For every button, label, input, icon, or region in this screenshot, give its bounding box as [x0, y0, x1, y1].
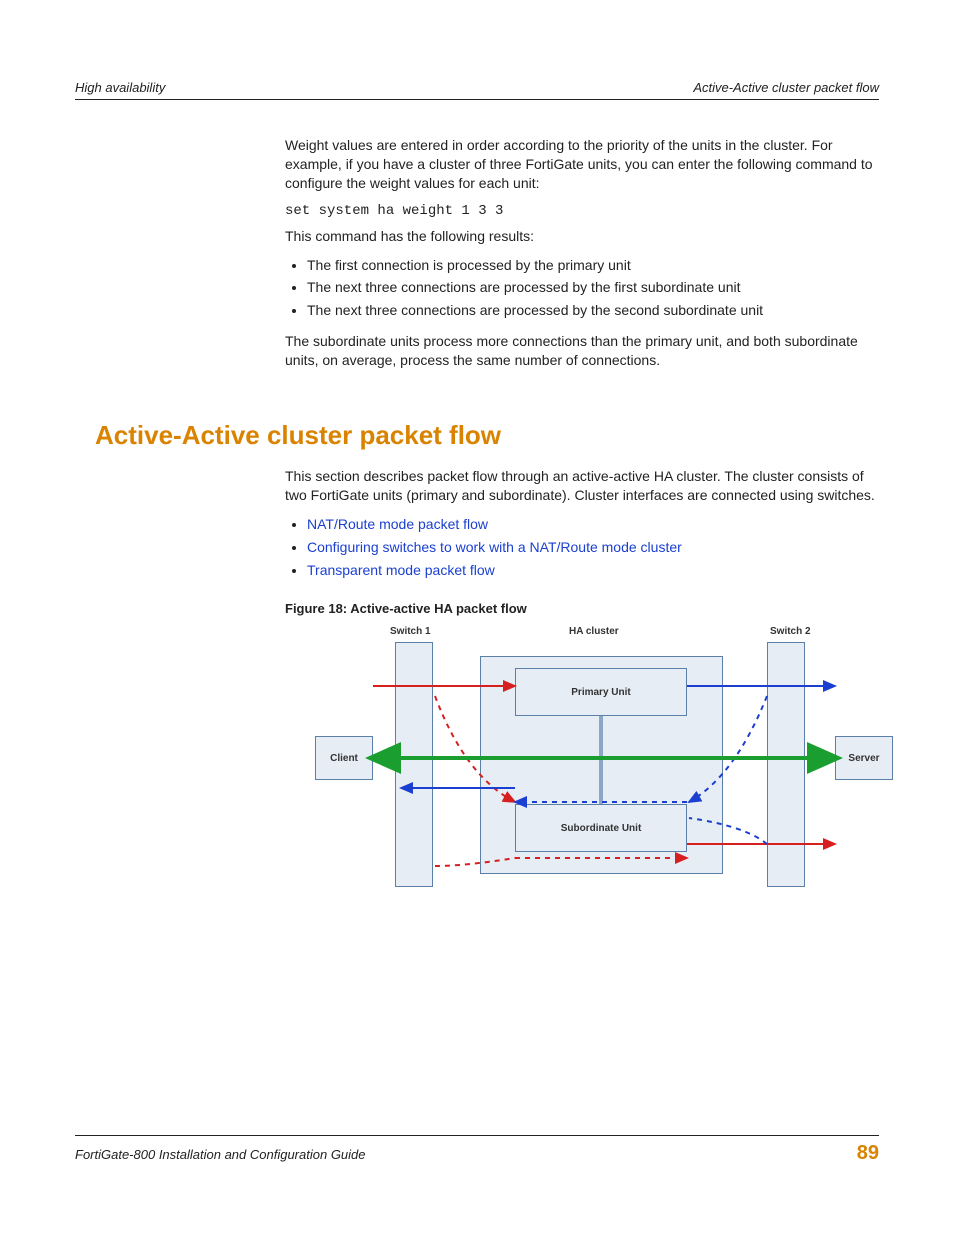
header-right: Active-Active cluster packet flow	[693, 80, 879, 95]
page-number: 89	[857, 1142, 879, 1165]
running-header: High availability Active-Active cluster …	[75, 80, 879, 100]
link-item: NAT/Route mode packet flow	[307, 515, 879, 534]
link-item: Transparent mode packet flow	[307, 561, 879, 580]
intro-bullet: The next three connections are processed…	[307, 301, 879, 320]
header-left: High availability	[75, 80, 165, 95]
link-nat-route[interactable]: NAT/Route mode packet flow	[307, 516, 488, 532]
intro-p3: The subordinate units process more conne…	[285, 332, 879, 370]
footer-title: FortiGate-800 Installation and Configura…	[75, 1147, 366, 1162]
page-footer: FortiGate-800 Installation and Configura…	[75, 1135, 879, 1165]
link-item: Configuring switches to work with a NAT/…	[307, 538, 879, 557]
figure-caption: Figure 18: Active-active HA packet flow	[285, 601, 879, 616]
link-switch-config[interactable]: Configuring switches to work with a NAT/…	[307, 539, 682, 555]
section-heading: Active-Active cluster packet flow	[95, 420, 879, 451]
packet-flow-diagram: Switch 1 Switch 2 HA cluster Primary Uni…	[315, 626, 905, 896]
intro-bullet: The next three connections are processed…	[307, 278, 879, 297]
intro-p2: This command has the following results:	[285, 227, 879, 246]
intro-p1: Weight values are entered in order accor…	[285, 136, 879, 193]
link-transparent[interactable]: Transparent mode packet flow	[307, 562, 495, 578]
section-links: NAT/Route mode packet flow Configuring s…	[285, 515, 879, 580]
code-block: set system ha weight 1 3 3	[285, 203, 879, 219]
section-p1: This section describes packet flow throu…	[285, 467, 879, 505]
intro-bullet: The first connection is processed by the…	[307, 256, 879, 275]
flow-arrows	[315, 626, 905, 896]
intro-bullets: The first connection is processed by the…	[285, 256, 879, 321]
